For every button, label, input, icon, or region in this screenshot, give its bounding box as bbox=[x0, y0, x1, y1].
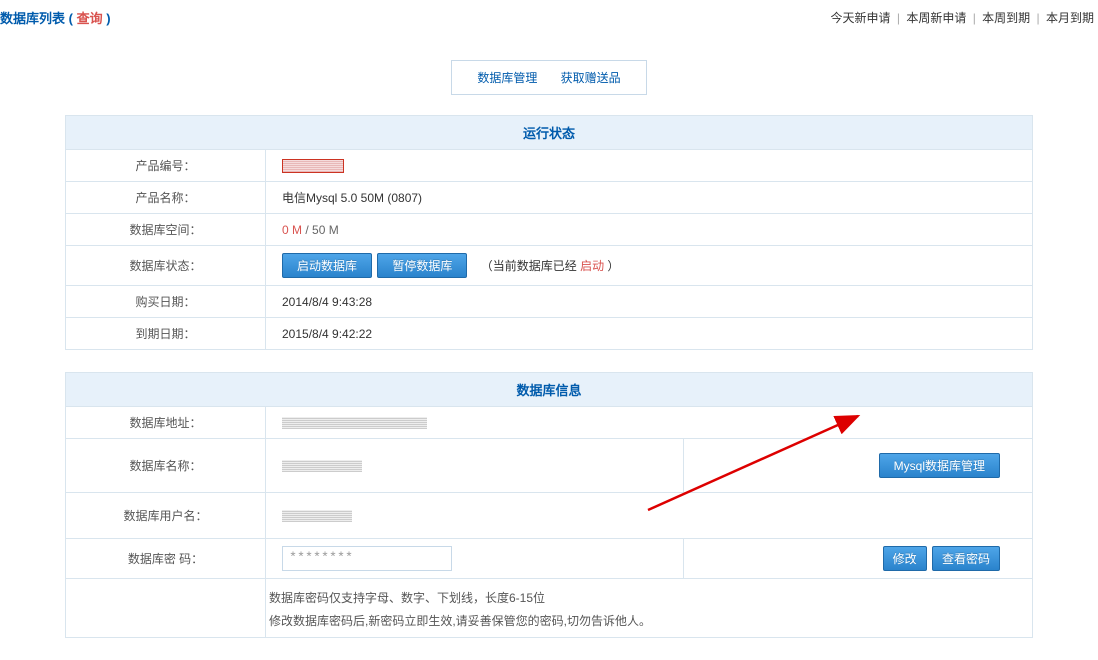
mysql-manage-button[interactable]: Mysql数据库管理 bbox=[879, 453, 1000, 478]
buy-date-value: 2014/8/4 9:43:28 bbox=[266, 286, 1033, 318]
top-links: 今天新申请 | 本周新申请 | 本周到期 | 本月到期 bbox=[831, 9, 1095, 26]
db-manage-link[interactable]: 数据库管理 bbox=[477, 71, 537, 85]
status-label: 数据库状态： bbox=[66, 246, 266, 286]
pause-db-button[interactable]: 暂停数据库 bbox=[377, 253, 467, 278]
space-label: 数据库空间： bbox=[66, 214, 266, 246]
expire-date-label: 到期日期： bbox=[66, 318, 266, 350]
link-week-new[interactable]: 本周新申请 bbox=[906, 11, 966, 25]
status-table: 运行状态 产品编号： 产品名称： 电信Mysql 5.0 50M (0807) … bbox=[65, 115, 1033, 350]
db-name-label: 数据库名称： bbox=[66, 439, 266, 493]
db-addr-value bbox=[266, 407, 1033, 439]
password-hint: 数据库密码仅支持字母、数字、下划线，长度6-15位 修改数据库密码后,新密码立即… bbox=[266, 579, 1033, 638]
space-value: 0 M / 50 M bbox=[266, 214, 1033, 246]
link-today-new[interactable]: 今天新申请 bbox=[831, 11, 891, 25]
start-db-button[interactable]: 启动数据库 bbox=[282, 253, 372, 278]
db-addr-label: 数据库地址： bbox=[66, 407, 266, 439]
db-user-label: 数据库用户名： bbox=[66, 493, 266, 539]
product-id-label: 产品编号： bbox=[66, 150, 266, 182]
query-link[interactable]: 查询 bbox=[77, 11, 103, 26]
link-month-expire[interactable]: 本月到期 bbox=[1046, 11, 1094, 25]
center-button-panel: 数据库管理 获取赠送品 bbox=[451, 60, 646, 95]
info-table: 数据库信息 数据库地址： 数据库名称： Mysql数据库管理 数据库用户名： 数… bbox=[65, 372, 1033, 638]
product-id-value bbox=[266, 150, 1033, 182]
expire-date-value: 2015/8/4 9:42:22 bbox=[266, 318, 1033, 350]
link-week-expire[interactable]: 本周到期 bbox=[982, 11, 1030, 25]
product-name-value: 电信Mysql 5.0 50M (0807) bbox=[266, 182, 1033, 214]
product-name-label: 产品名称： bbox=[66, 182, 266, 214]
db-user-value bbox=[266, 493, 1033, 539]
get-gift-link[interactable]: 获取赠送品 bbox=[561, 71, 621, 85]
buy-date-label: 购买日期： bbox=[66, 286, 266, 318]
info-header: 数据库信息 bbox=[66, 373, 1033, 407]
status-note: （当前数据库已经 启动 ） bbox=[481, 259, 620, 273]
db-name-value bbox=[266, 439, 684, 493]
status-header: 运行状态 bbox=[66, 116, 1033, 150]
page-title: 数据库列表 ( 查询 ) bbox=[0, 8, 111, 27]
